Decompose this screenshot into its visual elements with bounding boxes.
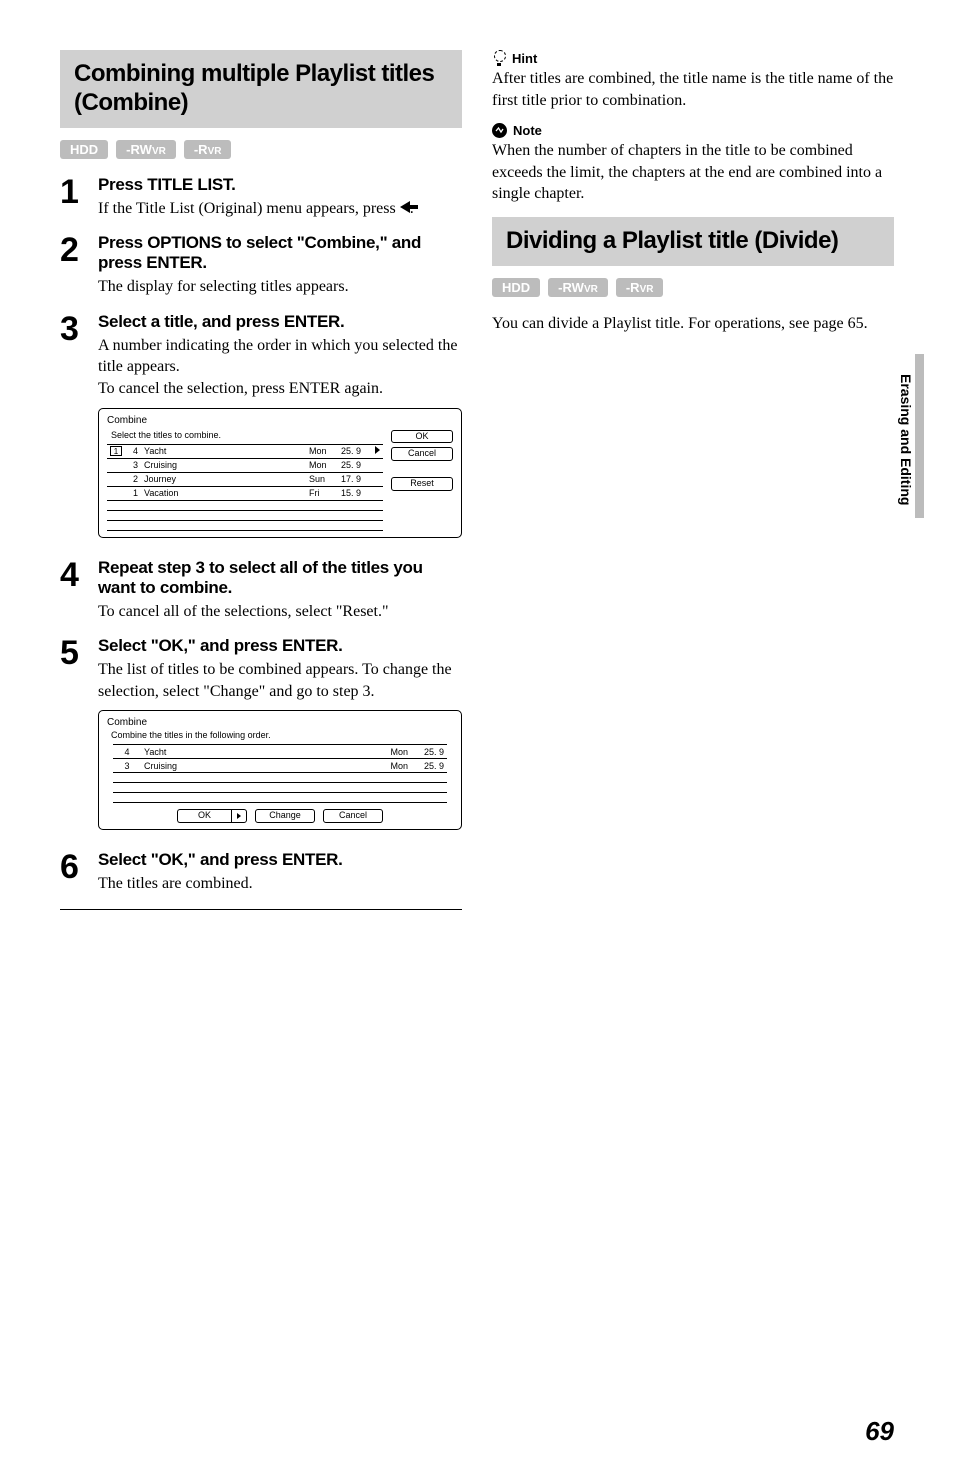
heading-text: Dividing a Playlist title (Divide) [506, 227, 880, 256]
caret-icon [375, 446, 380, 454]
cancel-button[interactable]: Cancel [391, 447, 453, 461]
dialog-subtitle: Select the titles to combine. [111, 430, 391, 440]
step-number: 6 [60, 850, 98, 895]
page-number: 69 [865, 1416, 894, 1447]
badge-hdd: HDD [60, 140, 108, 159]
step-text: A number indicating the order in which y… [98, 335, 462, 400]
step-6: 6 Select "OK," and press ENTER. The titl… [60, 850, 462, 895]
table-row [107, 510, 383, 520]
side-tab-bar [915, 354, 924, 518]
table-row[interactable]: 1VacationFri15. 9 [107, 486, 383, 500]
step-number: 2 [60, 233, 98, 298]
step-2: 2 Press OPTIONS to select "Combine," and… [60, 233, 462, 298]
title-list: 1 4 Yacht Mon 25. 9 3CruisingMon25. 9 [107, 444, 391, 531]
step-number: 3 [60, 312, 98, 544]
badge-rvr: -RVR [184, 140, 232, 159]
step-number: 5 [60, 636, 98, 836]
table-row: 4YachtMon25. 9 [113, 745, 447, 759]
table-row [113, 773, 447, 783]
step-title: Select "OK," and press ENTER. [98, 850, 462, 870]
section-heading-divide: Dividing a Playlist title (Divide) [492, 217, 894, 266]
section-heading-combine: Combining multiple Playlist titles (Comb… [60, 50, 462, 128]
hint-icon [492, 50, 506, 66]
step-title: Repeat step 3 to select all of the title… [98, 558, 462, 598]
table-row [107, 520, 383, 530]
divide-text: You can divide a Playlist title. For ope… [492, 313, 894, 335]
cancel-button[interactable]: Cancel [323, 809, 383, 823]
table-row[interactable]: 2JourneySun17. 9 [107, 472, 383, 486]
ok-button-selected[interactable]: OK [177, 809, 247, 823]
badge-rvr: -RVR [616, 278, 664, 297]
badge-rwvr: -RWVR [548, 278, 608, 297]
table-row [113, 783, 447, 793]
hint-heading: Hint [492, 50, 894, 66]
combine-select-dialog: Combine Select the titles to combine. 1 … [98, 408, 462, 538]
caret-icon [237, 813, 241, 819]
note-text: When the number of chapters in the title… [492, 140, 894, 205]
step-text: To cancel all of the selections, select … [98, 601, 462, 623]
step-text: The titles are combined. [98, 873, 462, 895]
dialog-title: Combine [107, 717, 453, 728]
step-5: 5 Select "OK," and press ENTER. The list… [60, 636, 462, 836]
step-text: If the Title List (Original) menu appear… [98, 198, 462, 220]
media-badges-right: HDD -RWVR -RVR [492, 278, 894, 297]
table-row [113, 793, 447, 803]
order-index: 1 [110, 446, 122, 456]
dialog-subtitle: Combine the titles in the following orde… [111, 730, 453, 740]
step-title: Select "OK," and press ENTER. [98, 636, 462, 656]
step-4: 4 Repeat step 3 to select all of the tit… [60, 558, 462, 623]
table-row: 3CruisingMon25. 9 [113, 759, 447, 773]
combine-order-dialog: Combine Combine the titles in the follow… [98, 710, 462, 830]
step-text: The list of titles to be combined appear… [98, 659, 462, 702]
reset-button[interactable]: Reset [391, 477, 453, 491]
heading-text: Combining multiple Playlist titles (Comb… [74, 60, 448, 118]
badge-hdd: HDD [492, 278, 540, 297]
note-heading: Note [492, 123, 894, 138]
table-row[interactable]: 1 4 Yacht Mon 25. 9 [107, 444, 383, 458]
table-row [107, 500, 383, 510]
step-number: 1 [60, 175, 98, 220]
hint-text: After titles are combined, the title nam… [492, 68, 894, 111]
step-text: The display for selecting titles appears… [98, 276, 462, 298]
step-3: 3 Select a title, and press ENTER. A num… [60, 312, 462, 544]
step-1: 1 Press TITLE LIST. If the Title List (O… [60, 175, 462, 220]
left-arrow-icon [400, 201, 410, 213]
media-badges-left: HDD -RWVR -RVR [60, 140, 462, 159]
ok-button[interactable]: OK [391, 430, 453, 444]
ordered-title-list: 4YachtMon25. 9 3CruisingMon25. 9 [107, 744, 453, 803]
badge-rwvr: -RWVR [116, 140, 176, 159]
step-title: Press TITLE LIST. [98, 175, 462, 195]
step-title: Press OPTIONS to select "Combine," and p… [98, 233, 462, 273]
note-label: Note [513, 123, 542, 138]
hint-label: Hint [512, 51, 537, 66]
step-title: Select a title, and press ENTER. [98, 312, 462, 332]
change-button[interactable]: Change [255, 809, 315, 823]
dialog-title: Combine [107, 415, 453, 426]
note-icon [492, 123, 507, 138]
side-tab-label: Erasing and Editing [898, 374, 914, 505]
step-number: 4 [60, 558, 98, 623]
table-row[interactable]: 3CruisingMon25. 9 [107, 458, 383, 472]
